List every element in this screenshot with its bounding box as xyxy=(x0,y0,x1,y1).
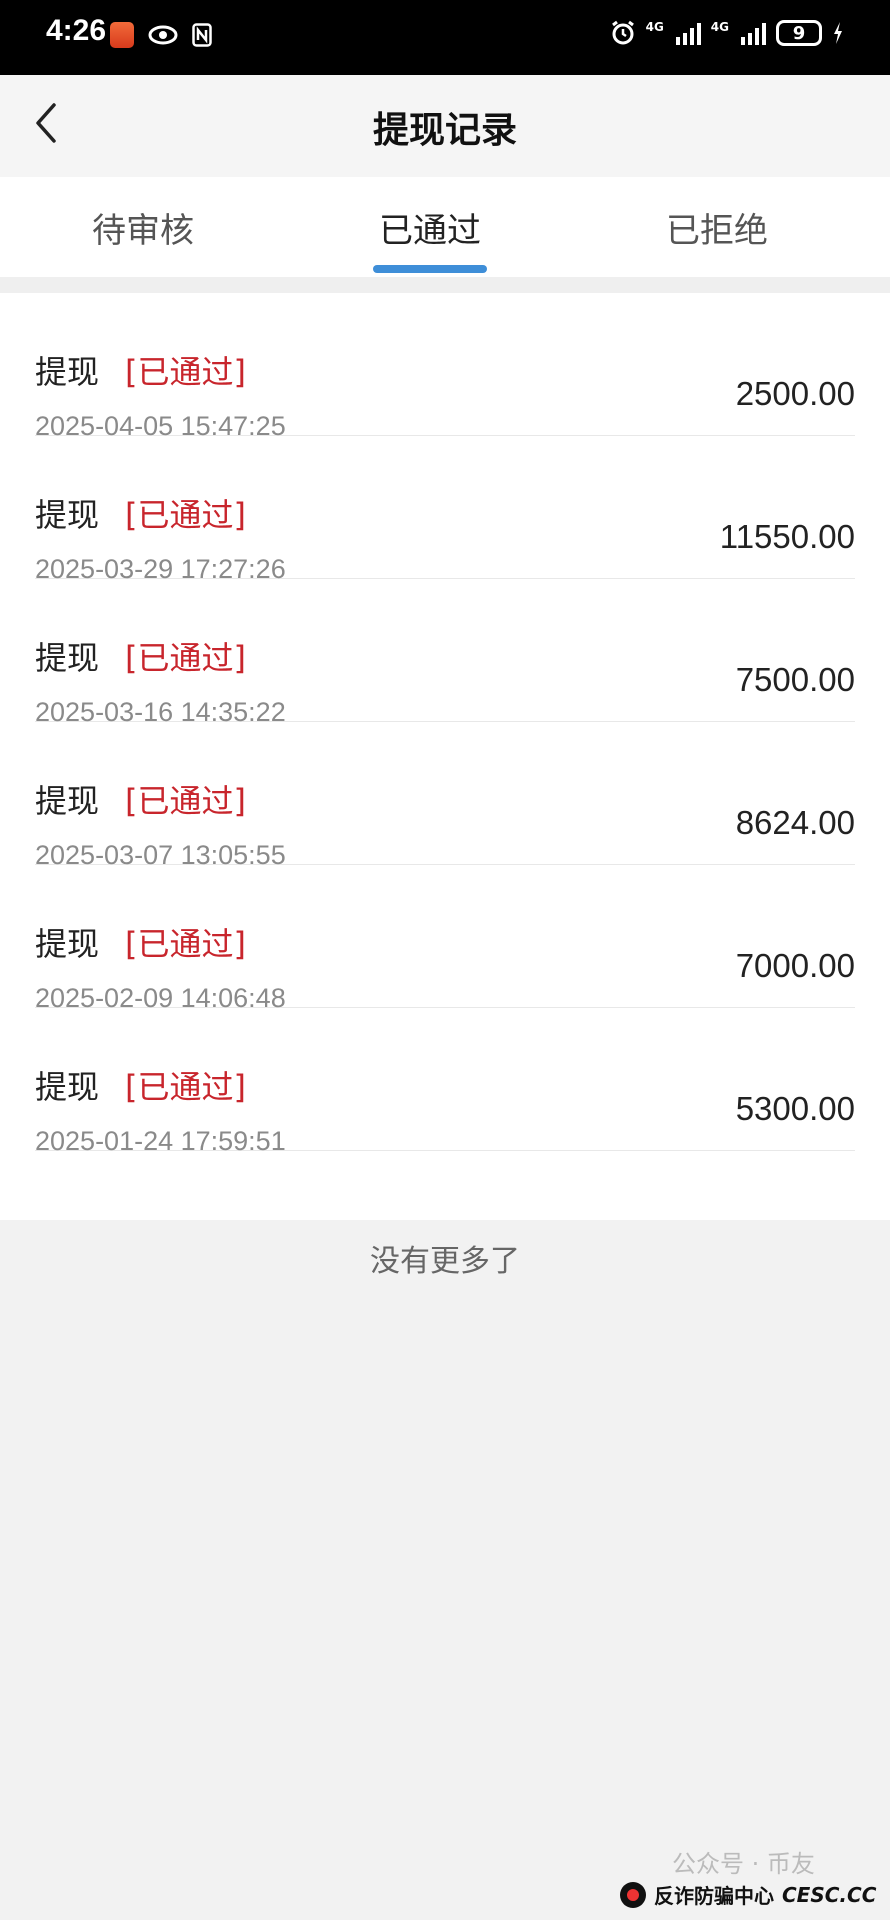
list-item[interactable]: 提现 [已通过] 2025-03-16 14:35:22 7500.00 xyxy=(35,579,855,727)
list-item[interactable]: 提现 [已通过] 2025-01-24 17:59:51 5300.00 xyxy=(35,1008,855,1156)
watermark: 反诈防骗中心 CESC.CC xyxy=(620,1880,876,1909)
record-type: 提现 xyxy=(35,1068,100,1106)
charging-icon xyxy=(834,22,842,44)
tab-bar: 待审核 已通过 已拒绝 xyxy=(0,177,890,277)
nfc-icon xyxy=(192,23,212,47)
signal-icon-2 xyxy=(741,21,766,45)
list-item[interactable]: 提现 [已通过] 2025-03-29 17:27:26 11550.00 xyxy=(35,436,855,584)
app-screen: 4:26 4G 4G 9 提现记录 待审核 已通过 已拒绝 提现 [已通过] 2… xyxy=(0,0,890,1920)
tab-rejected[interactable]: 已拒绝 xyxy=(567,203,867,252)
record-type: 提现 xyxy=(35,639,100,677)
record-type: 提现 xyxy=(35,353,100,391)
status-badge: [已通过] xyxy=(125,353,246,391)
battery-icon: 9 xyxy=(776,20,822,46)
status-badge: [已通过] xyxy=(125,925,246,963)
tab-approved[interactable]: 已通过 xyxy=(280,203,580,252)
watermark-account: 公众号 · 币友 xyxy=(672,1850,815,1878)
record-type: 提现 xyxy=(35,925,100,963)
tabs-divider xyxy=(0,277,890,293)
status-badge: [已通过] xyxy=(125,782,246,820)
record-amount: 7000.00 xyxy=(735,947,855,984)
status-bar: 4:26 4G 4G 9 xyxy=(0,0,890,75)
record-list: 提现 [已通过] 2025-04-05 15:47:25 2500.00 提现 … xyxy=(0,293,890,1220)
record-amount: 11550.00 xyxy=(719,518,855,555)
record-type: 提现 xyxy=(35,496,100,534)
battery-level: 9 xyxy=(792,22,806,44)
tab-pending[interactable]: 待审核 xyxy=(0,203,293,252)
list-item[interactable]: 提现 [已通过] 2025-04-05 15:47:25 2500.00 xyxy=(35,293,855,441)
signal-icon xyxy=(675,21,701,45)
network-label-1: 4G xyxy=(645,20,664,34)
status-badge: [已通过] xyxy=(125,1068,246,1106)
record-time: 2025-01-24 17:59:51 xyxy=(35,1126,286,1156)
status-badge: [已通过] xyxy=(125,639,246,677)
status-badge: [已通过] xyxy=(125,496,246,534)
status-left-icons xyxy=(110,22,212,48)
record-amount: 7500.00 xyxy=(735,661,855,698)
watermark-label: 反诈防骗中心 xyxy=(654,1884,774,1908)
list-item[interactable]: 提现 [已通过] 2025-02-09 14:06:48 7000.00 xyxy=(35,865,855,1013)
status-right-icons: 4G 4G 9 xyxy=(610,20,844,46)
page-title: 提现记录 xyxy=(372,110,517,151)
record-amount: 8624.00 xyxy=(735,804,855,841)
no-more-label: 没有更多了 xyxy=(370,1244,520,1279)
alarm-icon xyxy=(611,20,634,45)
watermark-logo-icon xyxy=(620,1881,646,1908)
list-item[interactable]: 提现 [已通过] 2025-03-07 13:05:55 8624.00 xyxy=(35,722,855,870)
record-amount: 2500.00 xyxy=(735,375,855,412)
record-amount: 5300.00 xyxy=(735,1090,855,1127)
tab-active-indicator xyxy=(373,265,487,273)
app-badge-icon xyxy=(110,22,134,48)
network-label-2: 4G xyxy=(710,20,729,34)
record-type: 提现 xyxy=(35,782,100,820)
watermark-site: CESC.CC xyxy=(782,1882,877,1907)
nav-bar: 提现记录 xyxy=(0,75,890,177)
eye-icon xyxy=(148,25,178,45)
status-time: 4:26 xyxy=(46,14,107,47)
